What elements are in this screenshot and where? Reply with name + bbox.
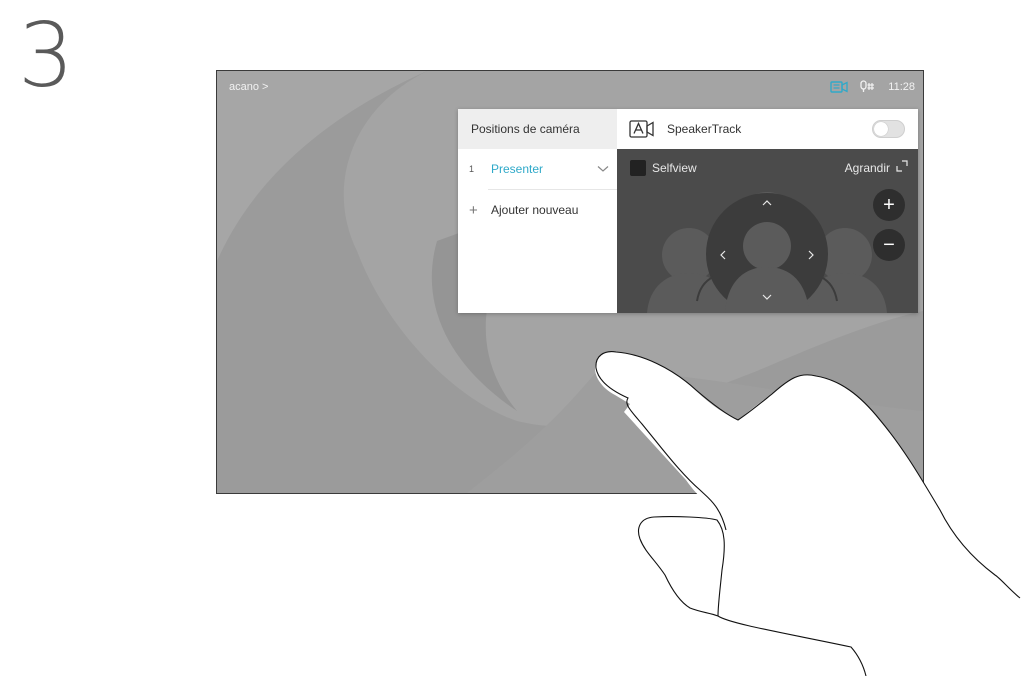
speakertrack-label: SpeakerTrack [667, 122, 742, 136]
selfview-checkbox[interactable] [630, 160, 646, 176]
touch-screen: acano > 11:28 Positions de caméra 1 Pres… [216, 70, 924, 494]
camera-preview[interactable]: Selfview Agrandir + − [617, 149, 918, 313]
pan-right-icon[interactable] [801, 245, 821, 265]
speakertrack-row: SpeakerTrack [617, 109, 918, 149]
clock: 11:28 [888, 80, 915, 93]
camera-positions-title: Positions de caméra [458, 109, 617, 149]
microphone-icon[interactable] [860, 80, 876, 93]
speakertrack-toggle[interactable] [872, 120, 905, 138]
camera-control-panel: Positions de caméra 1 Presenter + Ajoute… [458, 109, 918, 313]
selfview-label: Selfview [652, 161, 697, 175]
camera-status-icon[interactable] [830, 80, 848, 93]
add-position-button[interactable]: + Ajouter nouveau [458, 190, 617, 230]
chevron-down-icon[interactable] [589, 165, 617, 173]
speakertrack-icon [629, 120, 655, 138]
zoom-in-button[interactable]: + [873, 189, 905, 221]
toggle-knob [874, 122, 888, 136]
plus-icon: + [469, 201, 478, 219]
pan-left-icon[interactable] [713, 245, 733, 265]
camera-view-column: SpeakerTrack Selfview Agrandir + − [617, 109, 918, 313]
pan-down-icon[interactable] [757, 287, 777, 307]
pan-up-icon[interactable] [757, 193, 777, 213]
expand-label: Agrandir [844, 160, 890, 175]
position-number: 1 [469, 164, 475, 174]
zoom-out-button[interactable]: − [873, 229, 905, 261]
expand-button[interactable]: Agrandir [845, 160, 908, 175]
add-position-label: Ajouter nouveau [491, 203, 579, 217]
selfview-toggle[interactable]: Selfview [630, 160, 697, 176]
position-name: Presenter [491, 162, 544, 176]
camera-positions-column: Positions de caméra 1 Presenter + Ajoute… [458, 109, 618, 313]
expand-icon [896, 160, 908, 175]
step-number: 3 [18, 4, 74, 107]
position-item-presenter[interactable]: 1 Presenter [458, 149, 617, 189]
breadcrumb[interactable]: acano > [229, 81, 268, 93]
status-bar: 11:28 [830, 80, 915, 93]
